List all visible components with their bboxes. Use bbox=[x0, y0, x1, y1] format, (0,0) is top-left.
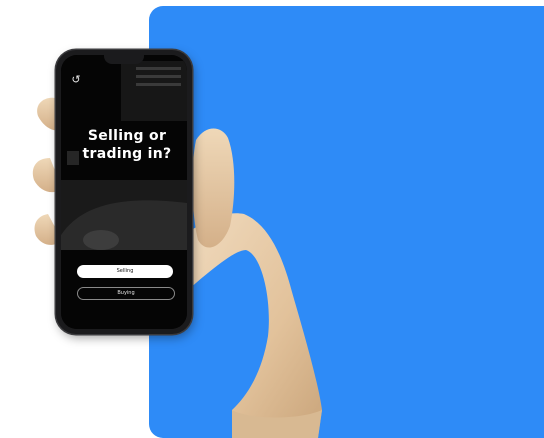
smartphone: ↺ Selling or trading in? Selling Buying bbox=[56, 50, 192, 334]
phone-notch bbox=[104, 55, 144, 64]
screen-title: Selling or trading in? bbox=[73, 127, 181, 163]
buying-button[interactable]: Buying bbox=[77, 287, 175, 300]
screen-title-line-2: trading in? bbox=[82, 146, 172, 162]
back-arrow-icon[interactable]: ↺ bbox=[69, 73, 83, 87]
screen-title-line-1: Selling or bbox=[87, 128, 167, 144]
selling-button[interactable]: Selling bbox=[77, 265, 173, 278]
phone-screen: ↺ Selling or trading in? Selling Buying bbox=[61, 55, 187, 329]
